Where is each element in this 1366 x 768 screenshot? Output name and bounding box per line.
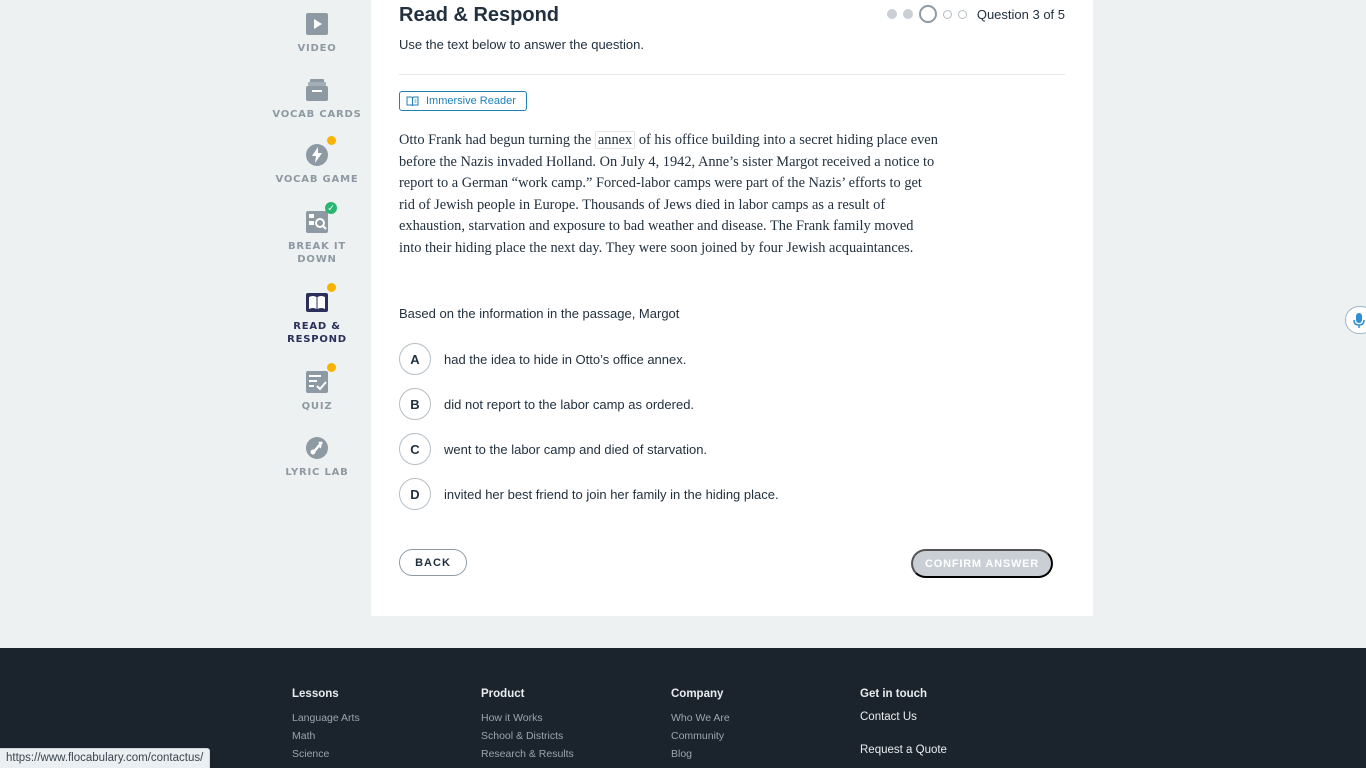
immersive-reader-button[interactable]: Immersive Reader	[399, 91, 527, 111]
incomplete-badge	[326, 135, 337, 146]
option-text: had the idea to hide in Otto’s office an…	[444, 351, 687, 367]
sidebar-item-label: VOCAB GAME	[275, 174, 359, 185]
sidebar-item-lyric-lab[interactable]: LYRIC LAB	[272, 436, 362, 479]
instructions: Use the text below to answer the questio…	[399, 37, 644, 52]
progress-dot-upcoming	[957, 9, 967, 19]
progress-dot-upcoming	[942, 9, 952, 19]
vocab-word-link[interactable]: annex	[594, 131, 636, 149]
footer-heading: Lessons	[292, 688, 339, 700]
progress-dot-current	[918, 5, 937, 23]
footer-link[interactable]: Who We Are	[671, 709, 730, 727]
confirm-answer-button[interactable]: CONFIRM ANSWER	[911, 549, 1053, 578]
footer-heading: Product	[481, 688, 525, 700]
microphone-icon	[1353, 313, 1365, 328]
video-icon	[305, 12, 329, 36]
answer-option-a[interactable]: A had the idea to hide in Otto’s office …	[399, 343, 686, 375]
footer-heading: Company	[671, 688, 724, 700]
footer-link[interactable]: Research & Results	[481, 745, 574, 763]
sidebar-item-label: VOCAB CARDS	[272, 109, 362, 120]
sidebar-item-label: BREAK IT DOWN	[287, 241, 347, 265]
request-quote-link[interactable]: Request a Quote	[860, 742, 947, 758]
question-progress: Question 3 of 5	[886, 5, 1065, 23]
vocab-cards-icon	[305, 78, 329, 102]
footer-company-column: Company Who We Are Community Blog	[671, 688, 730, 763]
option-text: invited her best friend to join her fami…	[444, 486, 779, 502]
browser-status-url: https://www.flocabulary.com/contactus/	[0, 748, 211, 768]
sidebar-item-label: VIDEO	[297, 43, 337, 54]
footer-heading: Get in touch	[860, 688, 928, 700]
incomplete-badge	[326, 362, 337, 373]
incomplete-badge	[326, 282, 337, 293]
passage-text: Otto Frank had begun turning the	[399, 132, 592, 148]
immersive-reader-icon	[406, 96, 419, 107]
option-letter: C	[399, 433, 431, 465]
question-prompt: Based on the information in the passage,…	[399, 306, 680, 321]
complete-check-icon: ✓	[325, 202, 337, 214]
lyric-lab-icon	[305, 436, 329, 460]
break-it-down-icon: ✓	[305, 202, 337, 234]
sidebar-item-label: LYRIC LAB	[285, 467, 349, 478]
option-text: went to the labor camp and died of starv…	[444, 441, 708, 457]
progress-dot-complete	[902, 9, 913, 19]
immersive-reader-label: Immersive Reader	[426, 95, 516, 107]
footer-link[interactable]: Community	[671, 727, 730, 745]
footer-contact-column: Get in touch Contact Us Request a Quote	[860, 688, 947, 768]
option-text: did not report to the labor camp as orde…	[444, 396, 695, 412]
progress-dot-complete	[886, 9, 897, 19]
back-button[interactable]: BACK	[399, 549, 467, 576]
answer-option-b[interactable]: B did not report to the labor camp as or…	[399, 388, 694, 420]
footer-link[interactable]: Math	[292, 727, 360, 745]
read-respond-card: Read & Respond Question 3 of 5 Use the t…	[371, 0, 1093, 616]
sidebar-item-break-it-down[interactable]: ✓ BREAK IT DOWN	[272, 202, 362, 266]
sidebar-item-vocab-cards[interactable]: VOCAB CARDS	[272, 78, 362, 121]
answer-option-c[interactable]: C went to the labor camp and died of sta…	[399, 433, 707, 465]
divider	[399, 74, 1065, 75]
footer-link[interactable]: Blog	[671, 745, 730, 763]
footer-lessons-column: Lessons Language Arts Math Science	[292, 688, 360, 763]
footer-link[interactable]: How it Works	[481, 709, 574, 727]
sidebar-item-read-respond[interactable]: READ & RESPOND	[272, 282, 362, 346]
footer-link[interactable]: Language Arts	[292, 709, 360, 727]
option-letter: D	[399, 478, 431, 510]
footer-link[interactable]: Science	[292, 745, 360, 763]
question-counter: Question 3 of 5	[976, 6, 1065, 22]
footer-product-column: Product How it Works School & Districts …	[481, 688, 574, 763]
sidebar-item-label: READ & RESPOND	[287, 321, 347, 345]
quiz-icon	[305, 362, 337, 394]
dictation-tab[interactable]	[1345, 306, 1366, 334]
lightning-icon	[305, 135, 337, 167]
contact-us-link[interactable]: Contact Us	[860, 709, 947, 725]
footer-link[interactable]: School & Districts	[481, 727, 574, 745]
sidebar-item-quiz[interactable]: QUIZ	[272, 362, 362, 413]
answer-option-d[interactable]: D invited her best friend to join her fa…	[399, 478, 779, 510]
sidebar-item-video[interactable]: VIDEO	[272, 12, 362, 55]
option-letter: A	[399, 343, 431, 375]
option-letter: B	[399, 388, 431, 420]
passage-text: of his office building into a secret hid…	[399, 132, 938, 256]
sidebar-item-label: QUIZ	[301, 401, 333, 412]
reading-passage: Otto Frank had begun turning the annex o…	[399, 130, 939, 260]
book-icon	[305, 282, 337, 314]
sidebar-item-vocab-game[interactable]: VOCAB GAME	[272, 135, 362, 186]
page-title: Read & Respond	[399, 4, 560, 26]
